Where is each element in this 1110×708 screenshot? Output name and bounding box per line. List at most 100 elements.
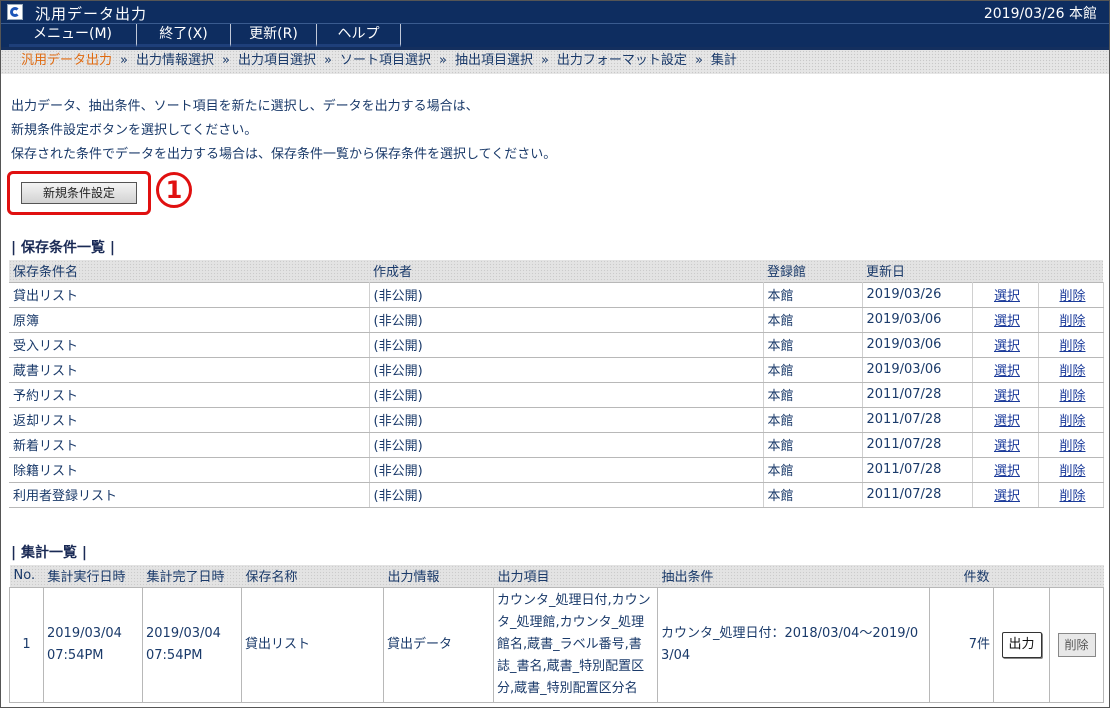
crumb-sort-items: ソート項目選択 [339,53,431,68]
cell-library: 本館 [763,331,863,358]
select-link[interactable]: 選択 [994,389,1020,404]
cell-name: 原簿 [9,306,370,333]
select-link[interactable]: 選択 [994,464,1020,479]
window-title: 汎用データ出力 [35,5,148,23]
col-header-count: 件数 [963,570,990,586]
table-row: 1 2019/03/04 07:54PM 2019/03/04 07:54PM … [9,586,1104,703]
menu-item-help[interactable]: ヘルプ [317,24,401,47]
cell-delete: 削除 [1038,431,1104,458]
delete-button[interactable]: 削除 [1057,632,1096,657]
cell-delete: 削除 [1038,306,1104,333]
cell-library: 本館 [763,306,863,333]
select-link[interactable]: 選択 [994,364,1020,379]
instruction-line-2: 新規条件設定ボタンを選択してください。 [11,123,258,138]
select-link[interactable]: 選択 [994,339,1020,354]
cell-creator: (非公開) [369,281,764,308]
cell-library: 本館 [763,381,863,408]
cell-delete: 削除 [1038,356,1104,383]
select-link[interactable]: 選択 [994,314,1020,329]
menu-bar: メニュー(M) 終了(X) 更新(R) ヘルプ [1,23,1109,47]
cell-delete: 削除 [1038,456,1104,483]
table-header-row: 保存条件名 作成者 登録館 更新日 [9,260,1103,282]
cell-no: 1 [9,586,44,703]
select-link[interactable]: 選択 [994,489,1020,504]
cell-creator: (非公開) [369,306,764,333]
crumb-separator: » [323,53,332,68]
cell-delete: 削除 [1049,586,1104,703]
menu-item-menu[interactable]: メニュー(M) [9,24,137,47]
select-link[interactable]: 選択 [994,439,1020,454]
callout-number-marker: 1 [156,172,192,208]
col-header-exec-start: 集計実行日時 [47,570,126,586]
cell-name: 返却リスト [9,406,370,433]
cell-creator: (非公開) [369,431,764,458]
cell-exec-end: 2019/03/04 07:54PM [142,586,242,703]
cell-name: 新着リスト [9,431,370,458]
cell-library: 本館 [763,281,863,308]
select-link[interactable]: 選択 [994,289,1020,304]
cell-select: 選択 [972,381,1039,408]
delete-link[interactable]: 削除 [1059,414,1085,429]
delete-link[interactable]: 削除 [1059,489,1085,504]
crumb-output-items: 出力項目選択 [237,53,316,68]
exec-start-time: 07:54PM [47,647,104,663]
select-link[interactable]: 選択 [994,414,1020,429]
col-header-no: No. [13,568,36,584]
crumb-separator: » [540,53,549,68]
cell-updated: 2011/07/28 [862,431,973,458]
cell-delete: 削除 [1038,381,1104,408]
cell-updated: 2011/07/28 [862,381,973,408]
delete-link[interactable]: 削除 [1059,439,1085,454]
delete-link[interactable]: 削除 [1059,464,1085,479]
date-location: 2019/03/26 本館 [983,6,1097,22]
delete-link[interactable]: 削除 [1059,289,1085,304]
delete-link[interactable]: 削除 [1059,339,1085,354]
new-condition-button[interactable]: 新規条件設定 [21,182,137,204]
table-row: 貸出リスト (非公開) 本館 2019/03/26 選択 削除 [9,281,1104,308]
cell-creator: (非公開) [369,406,764,433]
crumb-aggregate: 集計 [710,53,737,68]
col-header-extract-cond: 抽出条件 [661,570,714,586]
cell-name: 蔵書リスト [9,356,370,383]
table-row: 受入リスト (非公開) 本館 2019/03/06 選択 削除 [9,331,1104,358]
cell-name: 利用者登録リスト [9,481,370,508]
crumb-general-output: 汎用データ出力 [21,53,113,68]
cell-updated: 2011/07/28 [862,456,973,483]
cell-updated: 2019/03/06 [862,356,973,383]
delete-link[interactable]: 削除 [1059,364,1085,379]
table-row: 返却リスト (非公開) 本館 2011/07/28 選択 削除 [9,406,1104,433]
cell-updated: 2011/07/28 [862,481,973,508]
aggregation-list-title: | 集計一覧 | [11,545,87,561]
table-row: 新着リスト (非公開) 本館 2011/07/28 選択 削除 [9,431,1104,458]
cell-select: 選択 [972,306,1039,333]
cell-count: 7件 [929,586,994,703]
saved-conditions-table: 保存条件名 作成者 登録館 更新日 貸出リスト (非公開) 本館 2019/03… [9,260,1104,508]
cell-library: 本館 [763,406,863,433]
cell-save-name: 貸出リスト [241,586,384,703]
cell-select: 選択 [972,356,1039,383]
col-header-delete [1038,260,1103,282]
cell-name: 受入リスト [9,331,370,358]
table-row: 予約リスト (非公開) 本館 2011/07/28 選択 削除 [9,381,1104,408]
cell-library: 本館 [763,356,863,383]
cell-creator: (非公開) [369,481,764,508]
cell-updated: 2011/07/28 [862,406,973,433]
output-button[interactable]: 出力 [1001,631,1042,658]
delete-link[interactable]: 削除 [1059,389,1085,404]
aggregation-table: No. 集計実行日時 集計完了日時 保存名称 出力情報 出力項目 抽出条件 件数… [9,565,1104,703]
saved-conditions-title: | 保存条件一覧 | [11,240,115,256]
menu-item-refresh[interactable]: 更新(R) [231,24,317,47]
cell-extract-cond: カウンタ_処理日付：2018/03/04～2019/03/04 [657,586,930,703]
cell-updated: 2019/03/26 [862,281,973,308]
menu-item-exit[interactable]: 終了(X) [137,24,231,47]
crumb-output-info: 出力情報選択 [135,53,214,68]
delete-link[interactable]: 削除 [1059,314,1085,329]
cell-select: 選択 [972,481,1039,508]
table-row: 利用者登録リスト (非公開) 本館 2011/07/28 選択 削除 [9,481,1104,508]
cell-updated: 2019/03/06 [862,306,973,333]
col-header-output-items: 出力項目 [497,570,550,586]
cell-select: 選択 [972,406,1039,433]
cell-delete: 削除 [1038,406,1104,433]
col-header-output-info: 出力情報 [387,570,440,586]
exec-end-date: 2019/03/04 [146,625,221,641]
